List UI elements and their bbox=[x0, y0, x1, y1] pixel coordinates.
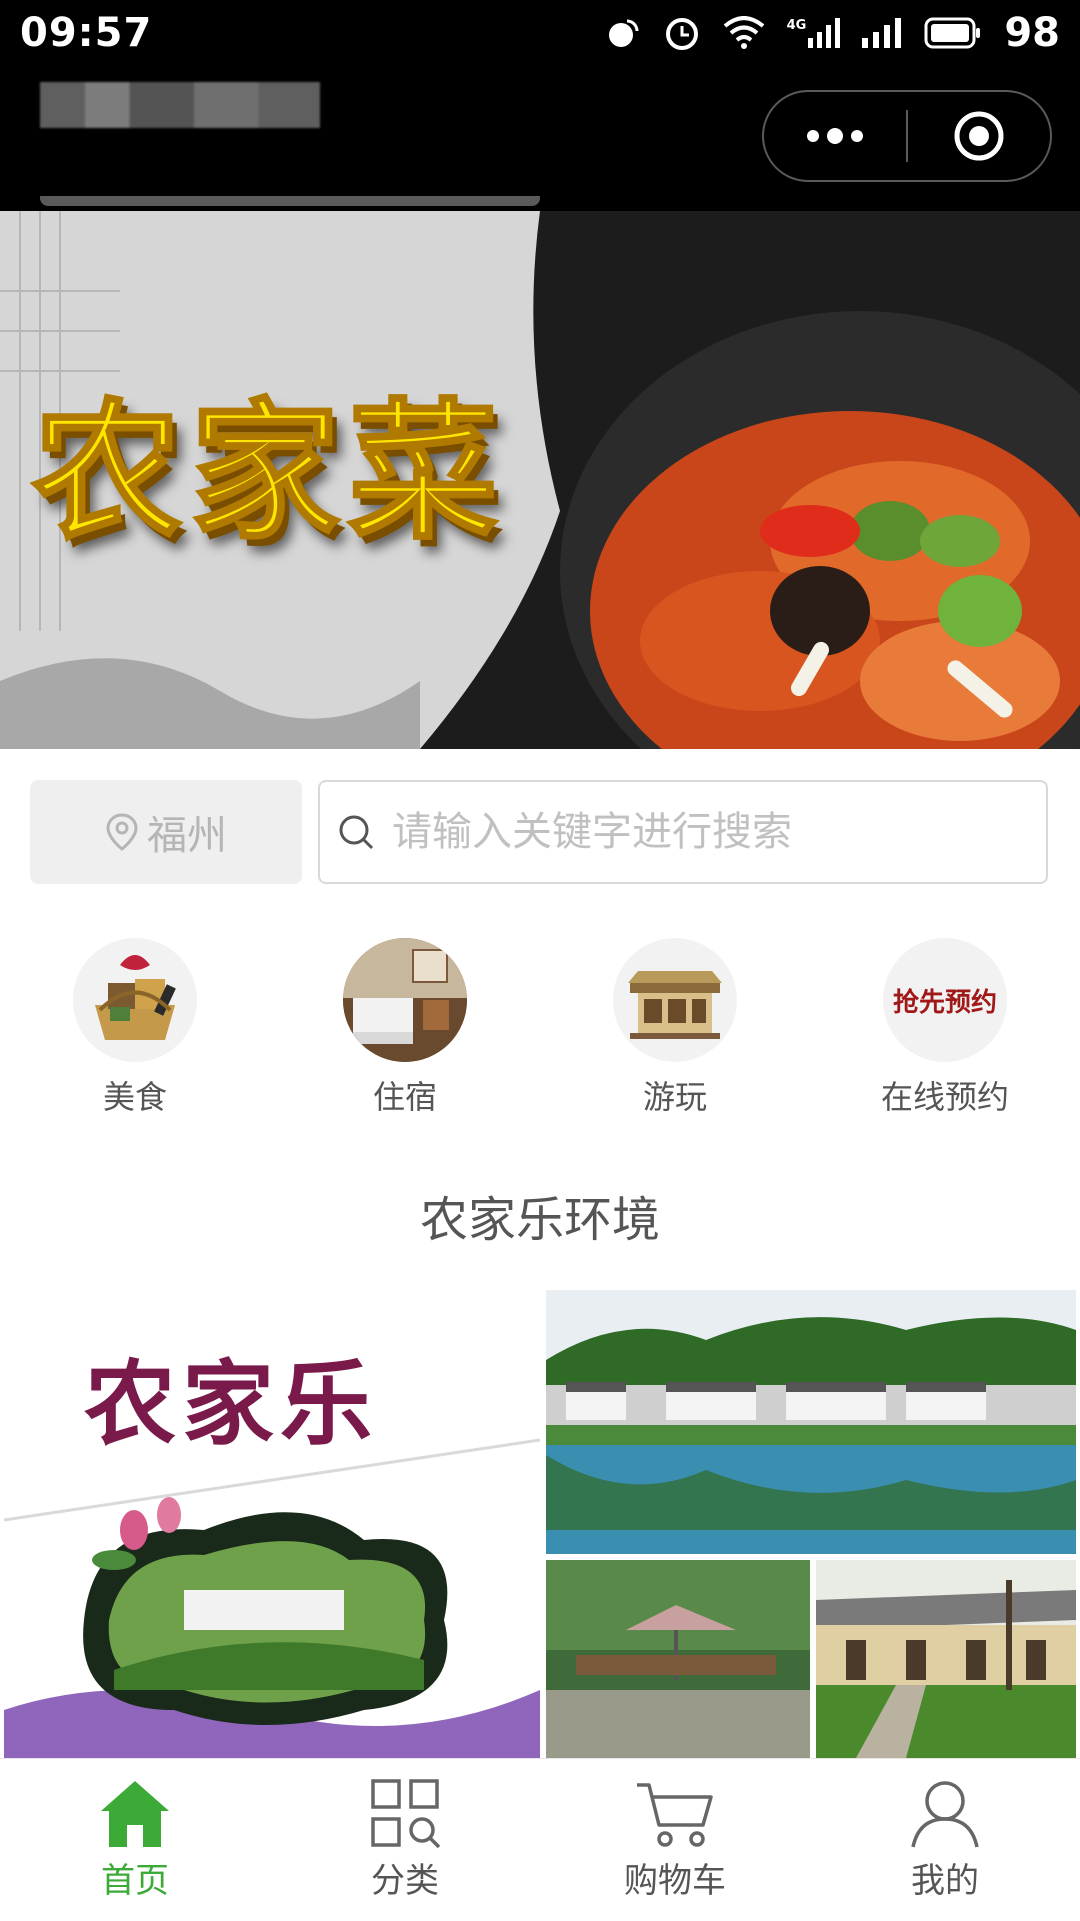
home-icon bbox=[101, 1781, 169, 1847]
environment-photo-garden[interactable] bbox=[546, 1560, 810, 1758]
target-close-icon bbox=[954, 111, 1004, 161]
category-grid-icon bbox=[371, 1779, 441, 1849]
village-photo bbox=[546, 1290, 1076, 1554]
mini-program-capsule bbox=[762, 90, 1052, 182]
search-icon bbox=[339, 815, 374, 850]
category-label: 住宿 bbox=[372, 1078, 437, 1116]
poster-title: 农家乐 bbox=[84, 1350, 379, 1458]
search-input[interactable] bbox=[390, 808, 1014, 856]
gift-basket-icon bbox=[73, 938, 197, 1062]
location-city: 福州 bbox=[147, 813, 227, 859]
mini-program-header bbox=[0, 66, 1080, 211]
environment-poster[interactable]: 农家乐 bbox=[4, 1290, 540, 1758]
environment-photo-village[interactable] bbox=[546, 1290, 1076, 1554]
pavilion-icon bbox=[613, 938, 737, 1062]
battery-level: 98 bbox=[1004, 10, 1060, 56]
location-pin-icon bbox=[106, 813, 138, 851]
status-icons: 4G 98 bbox=[605, 10, 1060, 56]
tab-mine[interactable]: 我的 bbox=[810, 1759, 1080, 1921]
banner-title: 农家菜 bbox=[30, 383, 507, 562]
close-button[interactable] bbox=[908, 92, 1050, 180]
category-label: 美食 bbox=[102, 1078, 167, 1116]
user-icon bbox=[911, 1781, 979, 1848]
tab-label: 首页 bbox=[101, 1861, 169, 1901]
tab-label: 购物车 bbox=[624, 1861, 726, 1901]
location-selector[interactable]: 福州 bbox=[30, 780, 302, 884]
hotel-room-icon bbox=[343, 938, 467, 1062]
category-lodging[interactable]: 住宿 bbox=[270, 938, 540, 1118]
cart-icon bbox=[637, 1783, 713, 1847]
environment-photo-courtyard[interactable] bbox=[816, 1560, 1076, 1758]
tab-cart[interactable]: 购物车 bbox=[540, 1759, 810, 1921]
signal-icon bbox=[862, 18, 902, 48]
tab-home[interactable]: 首页 bbox=[0, 1759, 270, 1921]
signal-4g-icon: 4G bbox=[787, 18, 841, 48]
more-dots-icon bbox=[807, 128, 863, 144]
category-booking[interactable]: 抢先预约 在线预约 bbox=[810, 938, 1080, 1118]
wifi-icon bbox=[723, 16, 765, 50]
nfc-icon bbox=[605, 15, 641, 51]
header-divider bbox=[40, 196, 540, 206]
category-food[interactable]: 美食 bbox=[0, 938, 270, 1118]
category-label: 游玩 bbox=[642, 1078, 707, 1116]
tab-category[interactable]: 分类 bbox=[270, 1759, 540, 1921]
alarm-icon bbox=[663, 14, 701, 52]
search-bar[interactable] bbox=[318, 780, 1048, 884]
more-button[interactable] bbox=[764, 92, 906, 180]
battery-icon bbox=[924, 17, 982, 49]
category-play[interactable]: 游玩 bbox=[540, 938, 810, 1118]
garden-photo bbox=[546, 1560, 810, 1758]
booking-icon: 抢先预约 bbox=[883, 938, 1007, 1062]
category-row: 美食 住宿 游玩 抢先预约 在线预约 bbox=[0, 938, 1080, 1118]
blurred-title bbox=[40, 82, 320, 128]
status-bar: 09:57 4G 98 bbox=[0, 0, 1080, 66]
booking-icon-text: 抢先预约 bbox=[892, 987, 997, 1018]
bottom-tab-bar: 首页 分类 购物车 我的 bbox=[0, 1758, 1080, 1921]
banner-carousel[interactable]: 农家菜 bbox=[0, 211, 1080, 749]
section-title: 农家乐环境 bbox=[419, 1192, 660, 1248]
status-time: 09:57 bbox=[20, 10, 153, 56]
courtyard-photo bbox=[816, 1560, 1076, 1758]
tab-label: 我的 bbox=[911, 1861, 979, 1901]
category-label: 在线预约 bbox=[880, 1078, 1009, 1116]
network-type: 4G bbox=[786, 18, 807, 33]
tab-label: 分类 bbox=[371, 1861, 439, 1901]
